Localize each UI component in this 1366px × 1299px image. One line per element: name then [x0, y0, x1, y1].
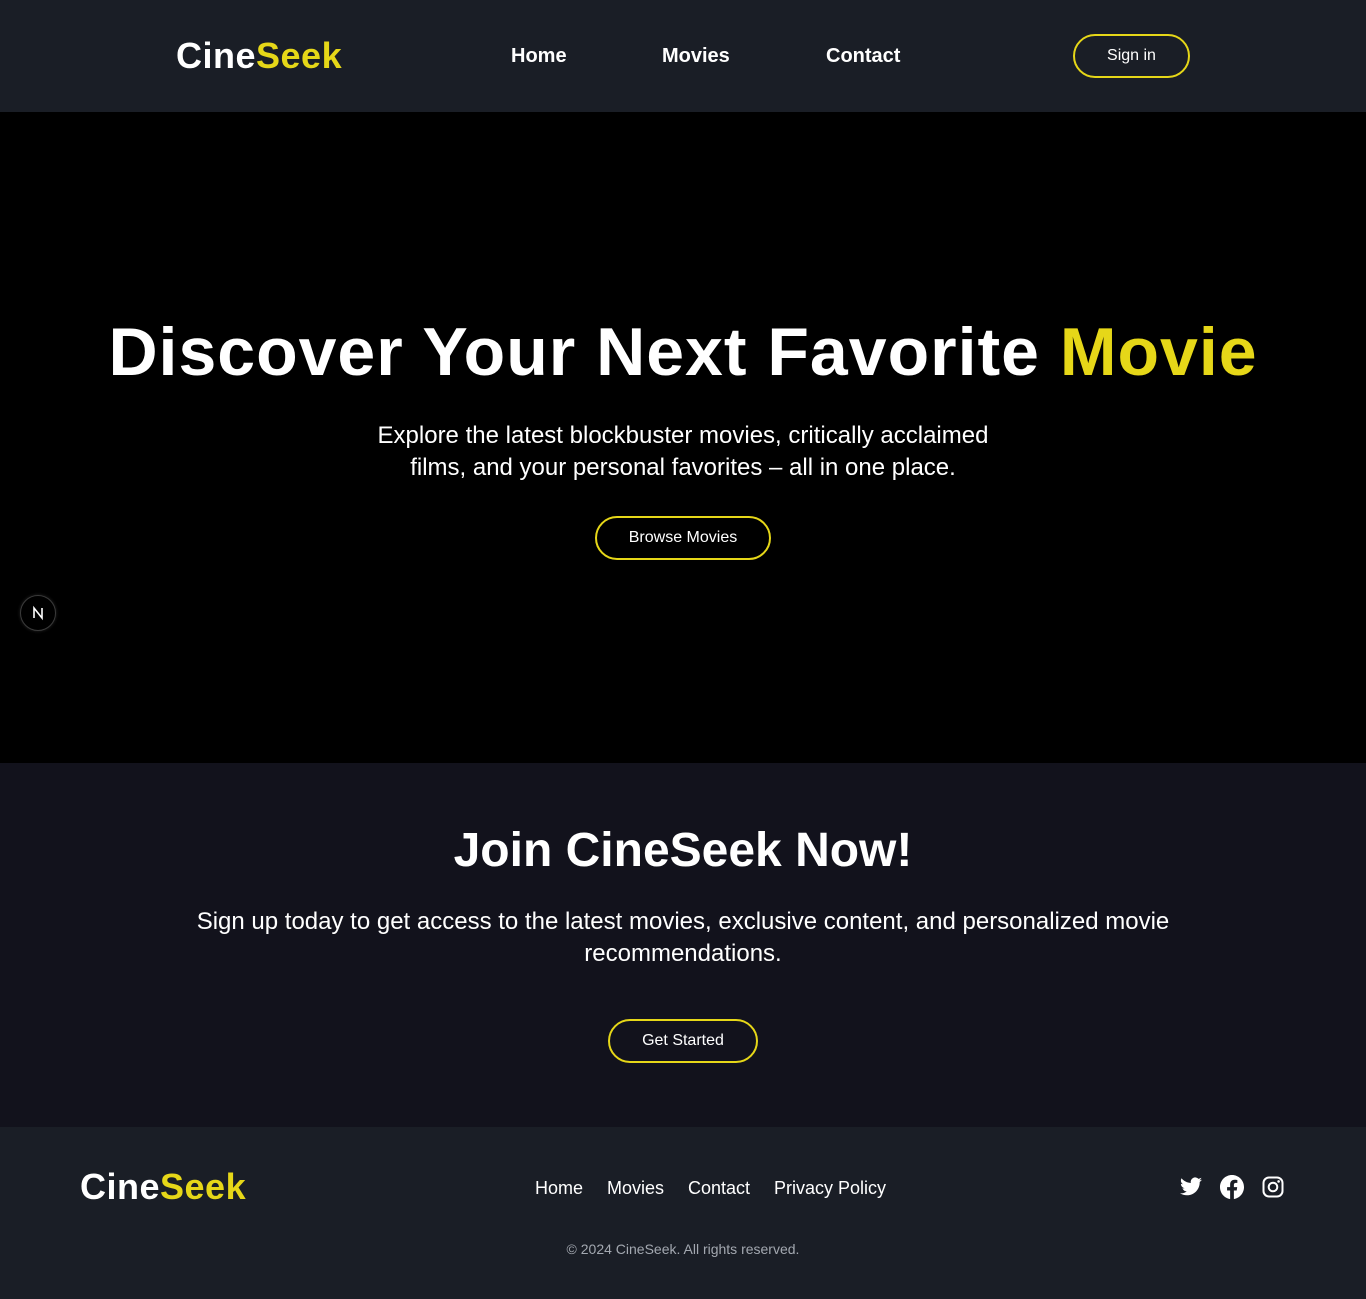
twitter-icon[interactable] [1179, 1175, 1203, 1199]
header-logo[interactable]: CineSeek [176, 36, 342, 76]
footer-link-home[interactable]: Home [535, 1177, 583, 1199]
logo-text-seek: Seek [256, 35, 343, 76]
footer-link-movies[interactable]: Movies [607, 1177, 664, 1199]
facebook-icon[interactable] [1220, 1175, 1244, 1199]
dev-tools-badge[interactable] [20, 595, 56, 631]
join-section: Join CineSeek Now! Sign up today to get … [0, 763, 1366, 1127]
nav-link-home[interactable]: Home [511, 44, 567, 68]
hero-section: Discover Your Next Favorite Movie Explor… [0, 112, 1366, 763]
footer-logo-text-cine: Cine [80, 1166, 161, 1207]
copyright-text: © 2024 CineSeek. All rights reserved. [566, 1241, 800, 1257]
instagram-icon[interactable] [1261, 1175, 1285, 1199]
footer-logo[interactable]: CineSeek [80, 1167, 246, 1207]
join-text: Sign up today to get access to the lates… [196, 908, 1170, 967]
nav-link-contact[interactable]: Contact [826, 44, 900, 68]
footer-logo-text-seek: Seek [160, 1166, 247, 1207]
nav-link-movies[interactable]: Movies [662, 44, 730, 68]
hero-title-main: Discover Your Next Favorite [108, 314, 1040, 390]
join-title: Join CineSeek Now! [453, 824, 913, 877]
hero-subtitle: Explore the latest blockbuster movies, c… [377, 422, 989, 481]
site-header: CineSeek Home Movies Contact Sign in [0, 0, 1366, 112]
get-started-button[interactable]: Get Started [608, 1019, 758, 1063]
sign-in-button[interactable]: Sign in [1073, 34, 1190, 78]
site-footer: CineSeek Home Movies Contact Privacy Pol… [0, 1127, 1366, 1299]
browse-movies-button[interactable]: Browse Movies [595, 516, 771, 560]
hero-title-accent: Movie [1059, 314, 1258, 390]
footer-link-privacy-policy[interactable]: Privacy Policy [774, 1177, 886, 1199]
hero-title: Discover Your Next Favorite Movie [0, 312, 1366, 392]
logo-text-cine: Cine [176, 35, 257, 76]
footer-link-contact[interactable]: Contact [688, 1177, 750, 1199]
n-logo-icon [33, 605, 43, 621]
